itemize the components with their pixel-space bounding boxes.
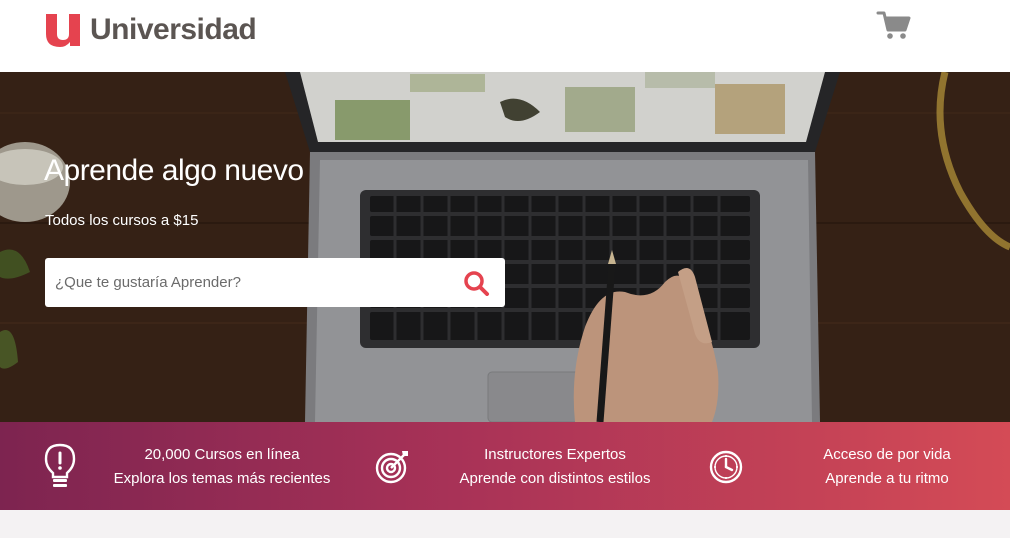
feature-instructors: Instructores Expertos Aprende con distin… xyxy=(440,443,670,491)
hero-title: Aprende algo nuevo xyxy=(44,154,304,187)
feature-courses-title: 20,000 Cursos en línea xyxy=(144,446,300,463)
feature-courses: 20,000 Cursos en línea Explora los temas… xyxy=(100,443,344,491)
search-input[interactable] xyxy=(45,258,445,307)
search-box xyxy=(45,258,505,307)
feature-access-desc: Aprende a tu ritmo xyxy=(825,470,949,487)
clock-icon xyxy=(706,442,746,490)
hero-background-image xyxy=(0,72,1010,422)
feature-access-title: Acceso de por vida xyxy=(823,446,951,463)
feature-access: Acceso de por vida Aprende a tu ritmo xyxy=(790,443,984,491)
feature-instructors-desc: Aprende con distintos estilos xyxy=(459,470,651,487)
feature-courses-desc: Explora los temas más recientes xyxy=(113,470,331,487)
features-bar: 20,000 Cursos en línea Explora los temas… xyxy=(0,422,1010,510)
feature-instructors-title: Instructores Expertos xyxy=(484,446,626,463)
search-icon[interactable] xyxy=(463,270,491,296)
lightbulb-icon xyxy=(40,442,80,490)
logo[interactable]: Universidad xyxy=(44,10,257,50)
logo-mark-icon xyxy=(46,14,80,47)
site-header: Universidad xyxy=(0,0,1010,72)
hero-subtitle: Todos los cursos a $15 xyxy=(45,212,199,229)
content-area-top xyxy=(0,510,1010,538)
target-icon xyxy=(373,442,413,490)
hero-banner: Aprende algo nuevo Todos los cursos a $1… xyxy=(0,72,1010,422)
shopping-cart-icon[interactable] xyxy=(876,10,912,42)
logo-text: Universidad xyxy=(90,13,257,46)
